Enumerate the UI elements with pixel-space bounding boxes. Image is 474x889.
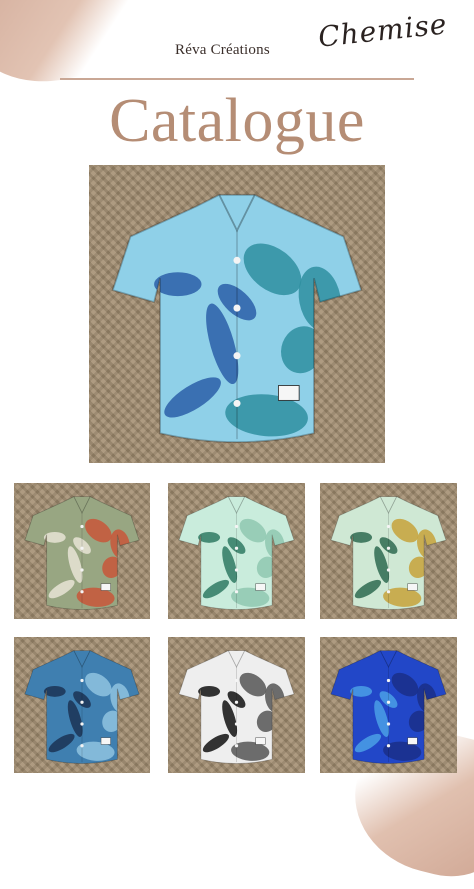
- shirt-button: [80, 678, 84, 683]
- shirt-button: [234, 722, 239, 726]
- shirt-button: [80, 722, 84, 726]
- shirt-label-tag: [407, 583, 418, 591]
- page-title: Catalogue: [109, 87, 365, 155]
- shirt-label-tag: [255, 737, 266, 745]
- shirt-illustration: [178, 650, 295, 764]
- print-motif: [350, 685, 373, 697]
- product-photo-1[interactable]: [14, 483, 150, 619]
- product-photo-main[interactable]: [89, 165, 385, 463]
- shirt-button: [386, 524, 391, 529]
- shirt-button: [80, 546, 84, 550]
- shirt-button: [386, 678, 391, 683]
- shirt-button: [386, 700, 391, 704]
- divider-line: [60, 78, 414, 80]
- shirt-button: [80, 568, 84, 572]
- shirt-button: [233, 399, 241, 407]
- shirt-button: [234, 524, 239, 529]
- shirt-button: [80, 590, 84, 594]
- print-motif: [154, 272, 202, 297]
- shirt-button: [80, 700, 84, 704]
- product-photo-4[interactable]: [14, 637, 150, 773]
- print-motif: [43, 685, 66, 697]
- shirt-button: [234, 590, 239, 594]
- shirt-button: [234, 700, 239, 704]
- shirt-label-tag: [100, 583, 111, 591]
- shirt-illustration: [24, 496, 140, 610]
- brand-name: Réva Créations: [175, 42, 270, 58]
- shirt-button: [234, 678, 239, 683]
- print-motif: [350, 531, 373, 543]
- product-photo-2[interactable]: [168, 483, 305, 619]
- print-motif: [198, 531, 221, 543]
- shirt-button: [80, 524, 84, 529]
- shirt-button: [80, 744, 84, 748]
- shirt-label-tag: [255, 583, 266, 591]
- shirt-illustration: [178, 496, 295, 610]
- shirt-label-tag: [100, 737, 111, 745]
- print-motif: [43, 531, 66, 543]
- shirt-button: [234, 744, 239, 748]
- product-photo-3[interactable]: [320, 483, 457, 619]
- shirt-button: [386, 568, 391, 572]
- product-photo-5[interactable]: [168, 637, 305, 773]
- shirt-button: [233, 256, 241, 264]
- script-heading: Chemise: [316, 7, 449, 54]
- shirt-button: [386, 744, 391, 748]
- shirt-illustration: [330, 496, 447, 610]
- shirt-illustration: [330, 650, 447, 764]
- shirt-button: [386, 546, 391, 550]
- print-motif: [198, 685, 221, 697]
- shirt-button: [233, 352, 241, 360]
- shirt-illustration: [24, 650, 140, 764]
- product-photo-6[interactable]: [320, 637, 457, 773]
- shirt-button: [386, 590, 391, 594]
- shirt-button: [233, 304, 241, 312]
- decorative-paper-corner-top-left: [0, 0, 151, 97]
- shirt-illustration: [111, 193, 363, 443]
- shirt-label-tag: [277, 385, 300, 401]
- shirt-button: [234, 546, 239, 550]
- shirt-button: [386, 722, 391, 726]
- shirt-button: [234, 568, 239, 572]
- shirt-label-tag: [407, 737, 418, 745]
